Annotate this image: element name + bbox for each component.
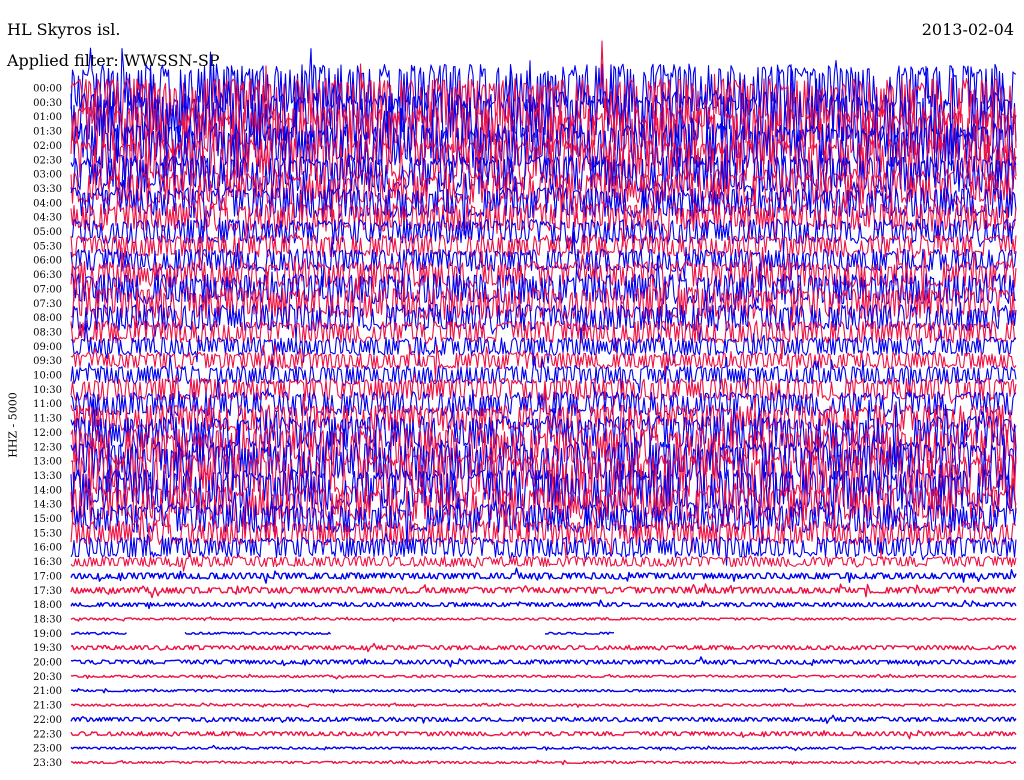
time-label: 09:30 (33, 356, 62, 367)
time-label: 20:00 (33, 658, 62, 669)
time-label: 19:30 (33, 643, 62, 654)
trace-line (70, 631, 615, 636)
trace-line (70, 714, 1017, 724)
time-label: 02:30 (33, 155, 62, 166)
trace-line (70, 673, 1017, 680)
time-label: 18:00 (33, 600, 62, 611)
time-label: 00:30 (33, 98, 62, 109)
trace-line (70, 550, 1017, 572)
time-label: 16:00 (33, 543, 62, 554)
time-label: 17:30 (33, 586, 62, 597)
trace-line (70, 759, 1017, 766)
time-label: 14:00 (33, 485, 62, 496)
time-label: 07:30 (33, 299, 62, 310)
time-label: 11:00 (33, 399, 62, 410)
time-label: 18:30 (33, 614, 62, 625)
time-label: 17:00 (33, 571, 62, 582)
time-label: 23:30 (33, 758, 62, 769)
time-label: 20:30 (33, 672, 62, 683)
trace-line (70, 744, 1017, 752)
time-label: 06:00 (33, 256, 62, 267)
trace-line (70, 313, 1017, 359)
time-label: 00:00 (33, 84, 62, 95)
trace-line (70, 729, 1017, 740)
time-label: 10:00 (33, 371, 62, 382)
time-label: 05:30 (33, 241, 62, 252)
time-label: 04:00 (33, 198, 62, 209)
helicorder-plot: 00:00 00:30 01:00 01:30 02:00 02:30 03:00 03:30… (33, 40, 1017, 769)
time-label: 14:30 (33, 500, 62, 511)
time-label: 21:30 (33, 701, 62, 712)
time-label: 19:00 (33, 629, 62, 640)
time-label: 09:00 (33, 342, 62, 353)
trace-line (70, 687, 1017, 694)
time-label: 05:00 (33, 227, 62, 238)
time-label: 01:00 (33, 112, 62, 123)
time-label: 12:00 (33, 428, 62, 439)
time-label: 10:30 (33, 385, 62, 396)
trace-line (70, 616, 1017, 622)
time-label: 11:30 (33, 414, 62, 425)
time-label: 08:30 (33, 327, 62, 338)
time-label: 16:30 (33, 557, 62, 568)
trace-line (70, 642, 1017, 653)
time-label: 07:00 (33, 284, 62, 295)
time-label: 22:30 (33, 729, 62, 740)
trace-line (70, 567, 1017, 584)
time-label: 02:00 (33, 141, 62, 152)
time-label-group: 00:00 00:30 01:00 01:30 02:00 02:30 03:00 03:30… (33, 84, 62, 769)
time-label: 15:30 (33, 528, 62, 539)
time-label: 01:30 (33, 127, 62, 138)
time-label: 21:00 (33, 686, 62, 697)
time-label: 12:30 (33, 442, 62, 453)
trace-line (70, 599, 1017, 610)
trace-line (70, 702, 1017, 708)
time-label: 03:00 (33, 170, 62, 181)
time-label: 13:00 (33, 457, 62, 468)
time-label: 23:00 (33, 744, 62, 755)
time-label: 15:00 (33, 514, 62, 525)
time-label: 03:30 (33, 184, 62, 195)
trace-line (70, 656, 1017, 668)
time-label: 08:00 (33, 313, 62, 324)
trace-group (70, 40, 1017, 766)
time-label: 06:30 (33, 270, 62, 281)
time-label: 22:00 (33, 715, 62, 726)
trace-line (70, 583, 1016, 599)
time-label: 13:30 (33, 471, 62, 482)
time-label: 04:30 (33, 213, 62, 224)
